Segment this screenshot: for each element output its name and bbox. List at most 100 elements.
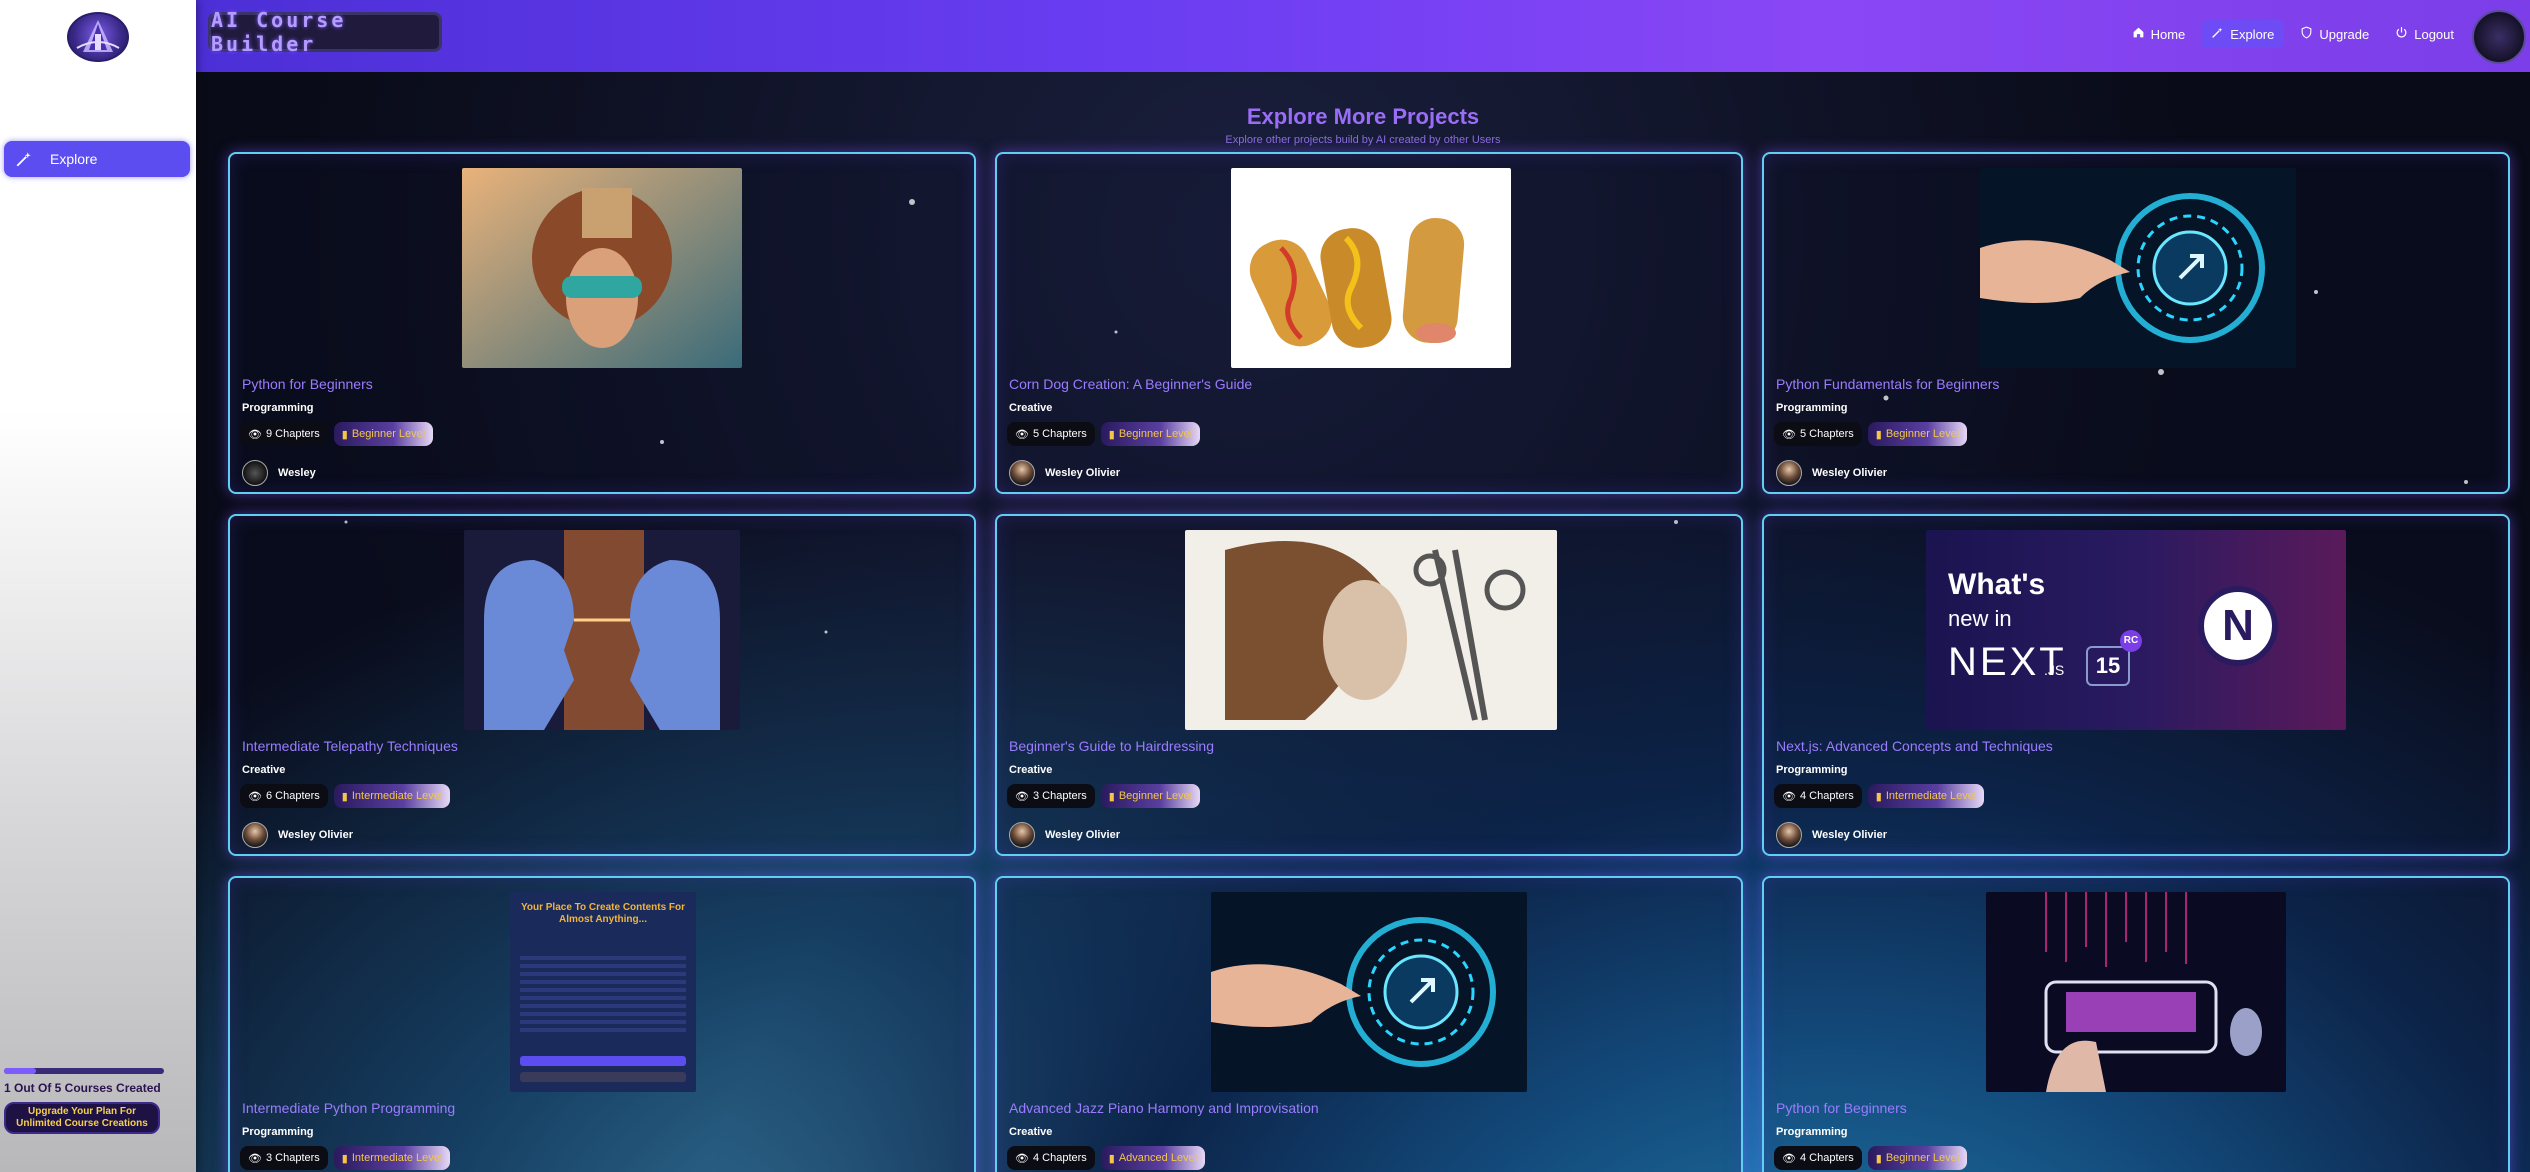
top-nav-label: Logout <box>2414 26 2454 42</box>
author-name: Wesley Olivier <box>1812 829 1888 841</box>
thumbnail-text: RC <box>2120 630 2142 652</box>
course-card[interactable]: Intermediate Telepathy Techniques Creati… <box>228 514 976 856</box>
course-card[interactable]: Python Fundamentals for Beginners Progra… <box>1762 152 2510 494</box>
author-name: Wesley Olivier <box>1045 829 1121 841</box>
course-card[interactable]: What's new in NEXT .JS 15 RC N Next.js: … <box>1762 514 2510 856</box>
wand-icon <box>2211 26 2224 42</box>
course-thumbnail <box>462 168 742 368</box>
signal-icon: ▮ <box>341 1152 348 1165</box>
brand-title[interactable]: AI Course Builder <box>208 8 442 56</box>
course-title[interactable]: Intermediate Telepathy Techniques <box>242 738 458 754</box>
book-icon: 👁 <box>248 428 262 441</box>
signal-icon: ▮ <box>1875 790 1882 803</box>
chapters-badge: 👁 4 Chapters <box>1774 1146 1862 1170</box>
course-thumbnail <box>1185 530 1557 730</box>
chapters-badge: 👁 5 Chapters <box>1774 422 1862 446</box>
app-logo-icon[interactable] <box>67 12 129 62</box>
course-title[interactable]: Next.js: Advanced Concepts and Technique… <box>1776 738 2053 754</box>
user-avatar[interactable] <box>2472 10 2526 64</box>
course-card[interactable]: Python for Beginners Programming 👁 4 Chap… <box>1762 876 2510 1172</box>
chapters-badge: 👁 5 Chapters <box>1007 422 1095 446</box>
signal-icon: ▮ <box>341 790 348 803</box>
top-nav-home[interactable]: Home <box>2122 20 2196 48</box>
sidebar-item-explore[interactable]: Explore <box>4 141 190 177</box>
course-category: Programming <box>242 402 314 414</box>
level-badge: ▮ Intermediate Level <box>1867 784 1985 808</box>
thumbnail-button <box>520 1072 686 1082</box>
sidebar-item-logout[interactable]: Logout <box>4 244 190 280</box>
thumbnail-graphic <box>520 952 686 1032</box>
course-title[interactable]: Beginner's Guide to Hairdressing <box>1009 738 1214 754</box>
top-nav-explore[interactable]: Explore <box>2201 20 2285 48</box>
upgrade-plan-button[interactable]: Upgrade Your Plan For Unlimited Course C… <box>4 1102 160 1134</box>
book-icon: 👁 <box>1782 1152 1796 1165</box>
course-title[interactable]: Python Fundamentals for Beginners <box>1776 376 1999 392</box>
courses-progress-fill <box>4 1068 36 1074</box>
book-icon: 👁 <box>1015 1152 1029 1165</box>
book-icon: 👁 <box>1782 428 1796 441</box>
thumbnail-text: .JS <box>2044 662 2065 678</box>
course-title[interactable]: Python for Beginners <box>242 376 373 392</box>
level-badge: ▮ Beginner Level <box>1867 1146 1968 1170</box>
course-thumbnail <box>1980 168 2296 368</box>
book-icon: 👁 <box>248 1152 262 1165</box>
author-avatar <box>1009 822 1035 848</box>
book-icon: 👁 <box>1015 428 1029 441</box>
author-avatar <box>1009 460 1035 486</box>
thumbnail-text: 15 <box>2086 646 2130 686</box>
course-category: Creative <box>1009 402 1053 414</box>
course-title[interactable]: Advanced Jazz Piano Harmony and Improvis… <box>1009 1100 1319 1116</box>
top-nav: Home Explore Upgrade Logout <box>2122 20 2464 48</box>
sidebar-item-upgrade[interactable]: Upgrade <box>4 193 190 229</box>
sidebar: Home Explore Upgrade Logout 1 Out Of 5 C… <box>0 0 196 1172</box>
sidebar-item-home[interactable]: Home <box>4 90 190 126</box>
course-category: Creative <box>1009 1126 1053 1138</box>
course-title[interactable]: Intermediate Python Programming <box>242 1100 455 1116</box>
thumbnail-text: Your Place To Create Contents For Almost… <box>520 902 686 925</box>
courses-created-text: 1 Out Of 5 Courses Created <box>4 1081 161 1095</box>
thumbnail-text: What's <box>1948 568 2046 601</box>
nextjs-logo-icon: N <box>2198 586 2278 666</box>
course-thumbnail <box>1211 892 1527 1092</box>
course-thumbnail: Your Place To Create Contents For Almost… <box>510 892 696 1092</box>
course-thumbnail <box>464 530 740 730</box>
top-nav-upgrade[interactable]: Upgrade <box>2290 20 2379 48</box>
shield-icon <box>2300 26 2313 42</box>
course-card[interactable]: Python for Beginners Programming 👁 9 Chap… <box>228 152 976 494</box>
level-badge: ▮ Beginner Level <box>1867 422 1968 446</box>
course-card[interactable]: Advanced Jazz Piano Harmony and Improvis… <box>995 876 1743 1172</box>
shield-icon <box>12 199 36 223</box>
signal-icon: ▮ <box>1875 1152 1882 1165</box>
signal-icon: ▮ <box>1108 428 1115 441</box>
course-category: Creative <box>242 764 286 776</box>
level-badge: ▮ Beginner Level <box>333 422 434 446</box>
chapters-badge: 👁 9 Chapters <box>240 422 328 446</box>
home-icon <box>12 96 36 120</box>
chapters-badge: 👁 4 Chapters <box>1007 1146 1095 1170</box>
courses-progress-bar <box>4 1068 164 1074</box>
course-card[interactable]: Corn Dog Creation: A Beginner's Guide Cr… <box>995 152 1743 494</box>
course-category: Programming <box>1776 402 1848 414</box>
sidebar-item-label: Explore <box>50 151 98 167</box>
book-icon: 👁 <box>1782 790 1796 803</box>
course-author: Wesley Olivier <box>1776 822 1887 848</box>
course-category: Creative <box>1009 764 1053 776</box>
course-title[interactable]: Corn Dog Creation: A Beginner's Guide <box>1009 376 1252 392</box>
top-header: AI Course Builder Home Explore Upgrade L… <box>196 0 2530 72</box>
explore-page: Explore More Projects Explore other proj… <box>196 72 2530 1172</box>
author-avatar <box>1776 822 1802 848</box>
course-card[interactable]: Your Place To Create Contents For Almost… <box>228 876 976 1172</box>
top-nav-label: Explore <box>2230 26 2275 42</box>
course-card[interactable]: Beginner's Guide to Hairdressing Creativ… <box>995 514 1743 856</box>
thumbnail-text: new in <box>1948 606 2012 631</box>
course-author: Wesley Olivier <box>1009 460 1120 486</box>
course-thumbnail <box>1986 892 2286 1092</box>
author-avatar <box>1776 460 1802 486</box>
top-nav-logout[interactable]: Logout <box>2385 20 2464 48</box>
top-nav-label: Upgrade <box>2319 26 2370 42</box>
course-title[interactable]: Python for Beginners <box>1776 1100 1907 1116</box>
signal-icon: ▮ <box>341 428 348 441</box>
chapters-badge: 👁 3 Chapters <box>1007 784 1095 808</box>
level-badge: ▮ Advanced Level <box>1100 1146 1206 1170</box>
book-icon: 👁 <box>248 790 262 803</box>
